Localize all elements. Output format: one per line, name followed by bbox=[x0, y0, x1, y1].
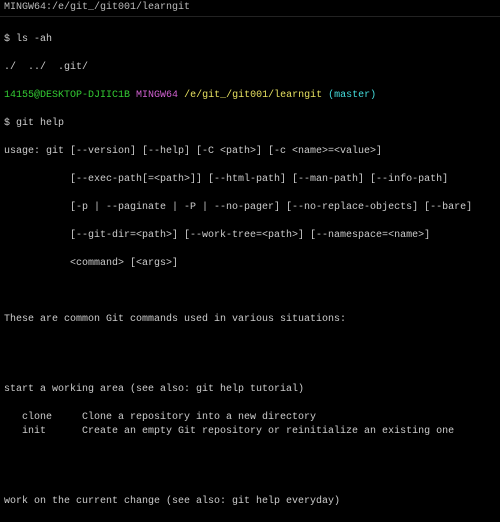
prompt-path: /e/git_/git001/learngit bbox=[184, 90, 322, 101]
section-intro: These are common Git commands used in va… bbox=[4, 313, 496, 327]
prompt-userhost: 14155@DESKTOP-DJIIC1B bbox=[4, 90, 130, 101]
usage-line: [--git-dir=<path>] [--work-tree=<path>] … bbox=[4, 229, 496, 243]
prompt-line-1: $ ls -ah bbox=[4, 33, 496, 47]
section-title: work on the current change (see also: gi… bbox=[4, 495, 496, 509]
prompt-line-2: 14155@DESKTOP-DJIIC1B MINGW64 /e/git_/gi… bbox=[4, 89, 496, 103]
prompt-symbol: $ bbox=[4, 34, 10, 45]
command-line: $ git help bbox=[4, 117, 496, 131]
typed-command: ls -ah bbox=[16, 34, 52, 45]
prompt-branch: (master) bbox=[328, 90, 376, 101]
usage-line: <command> [<args>] bbox=[4, 257, 496, 271]
ls-output: ./ ../ .git/ bbox=[4, 61, 496, 75]
section-body: clone Clone a repository into a new dire… bbox=[4, 411, 496, 439]
prompt-symbol: $ bbox=[4, 118, 10, 129]
list-item: clone Clone a repository into a new dire… bbox=[4, 411, 496, 425]
terminal-area[interactable]: $ ls -ah ./ ../ .git/ 14155@DESKTOP-DJII… bbox=[0, 17, 500, 522]
window-titlebar: MINGW64:/e/git_/git001/learngit bbox=[0, 0, 500, 17]
usage-line: [--exec-path[=<path>]] [--html-path] [--… bbox=[4, 173, 496, 187]
usage-line: [-p | --paginate | -P | --no-pager] [--n… bbox=[4, 201, 496, 215]
section-title: start a working area (see also: git help… bbox=[4, 383, 496, 397]
prompt-env: MINGW64 bbox=[136, 90, 178, 101]
typed-command: git help bbox=[16, 118, 64, 129]
usage-line: usage: git [--version] [--help] [-C <pat… bbox=[4, 145, 496, 159]
list-item: init Create an empty Git repository or r… bbox=[4, 425, 496, 439]
